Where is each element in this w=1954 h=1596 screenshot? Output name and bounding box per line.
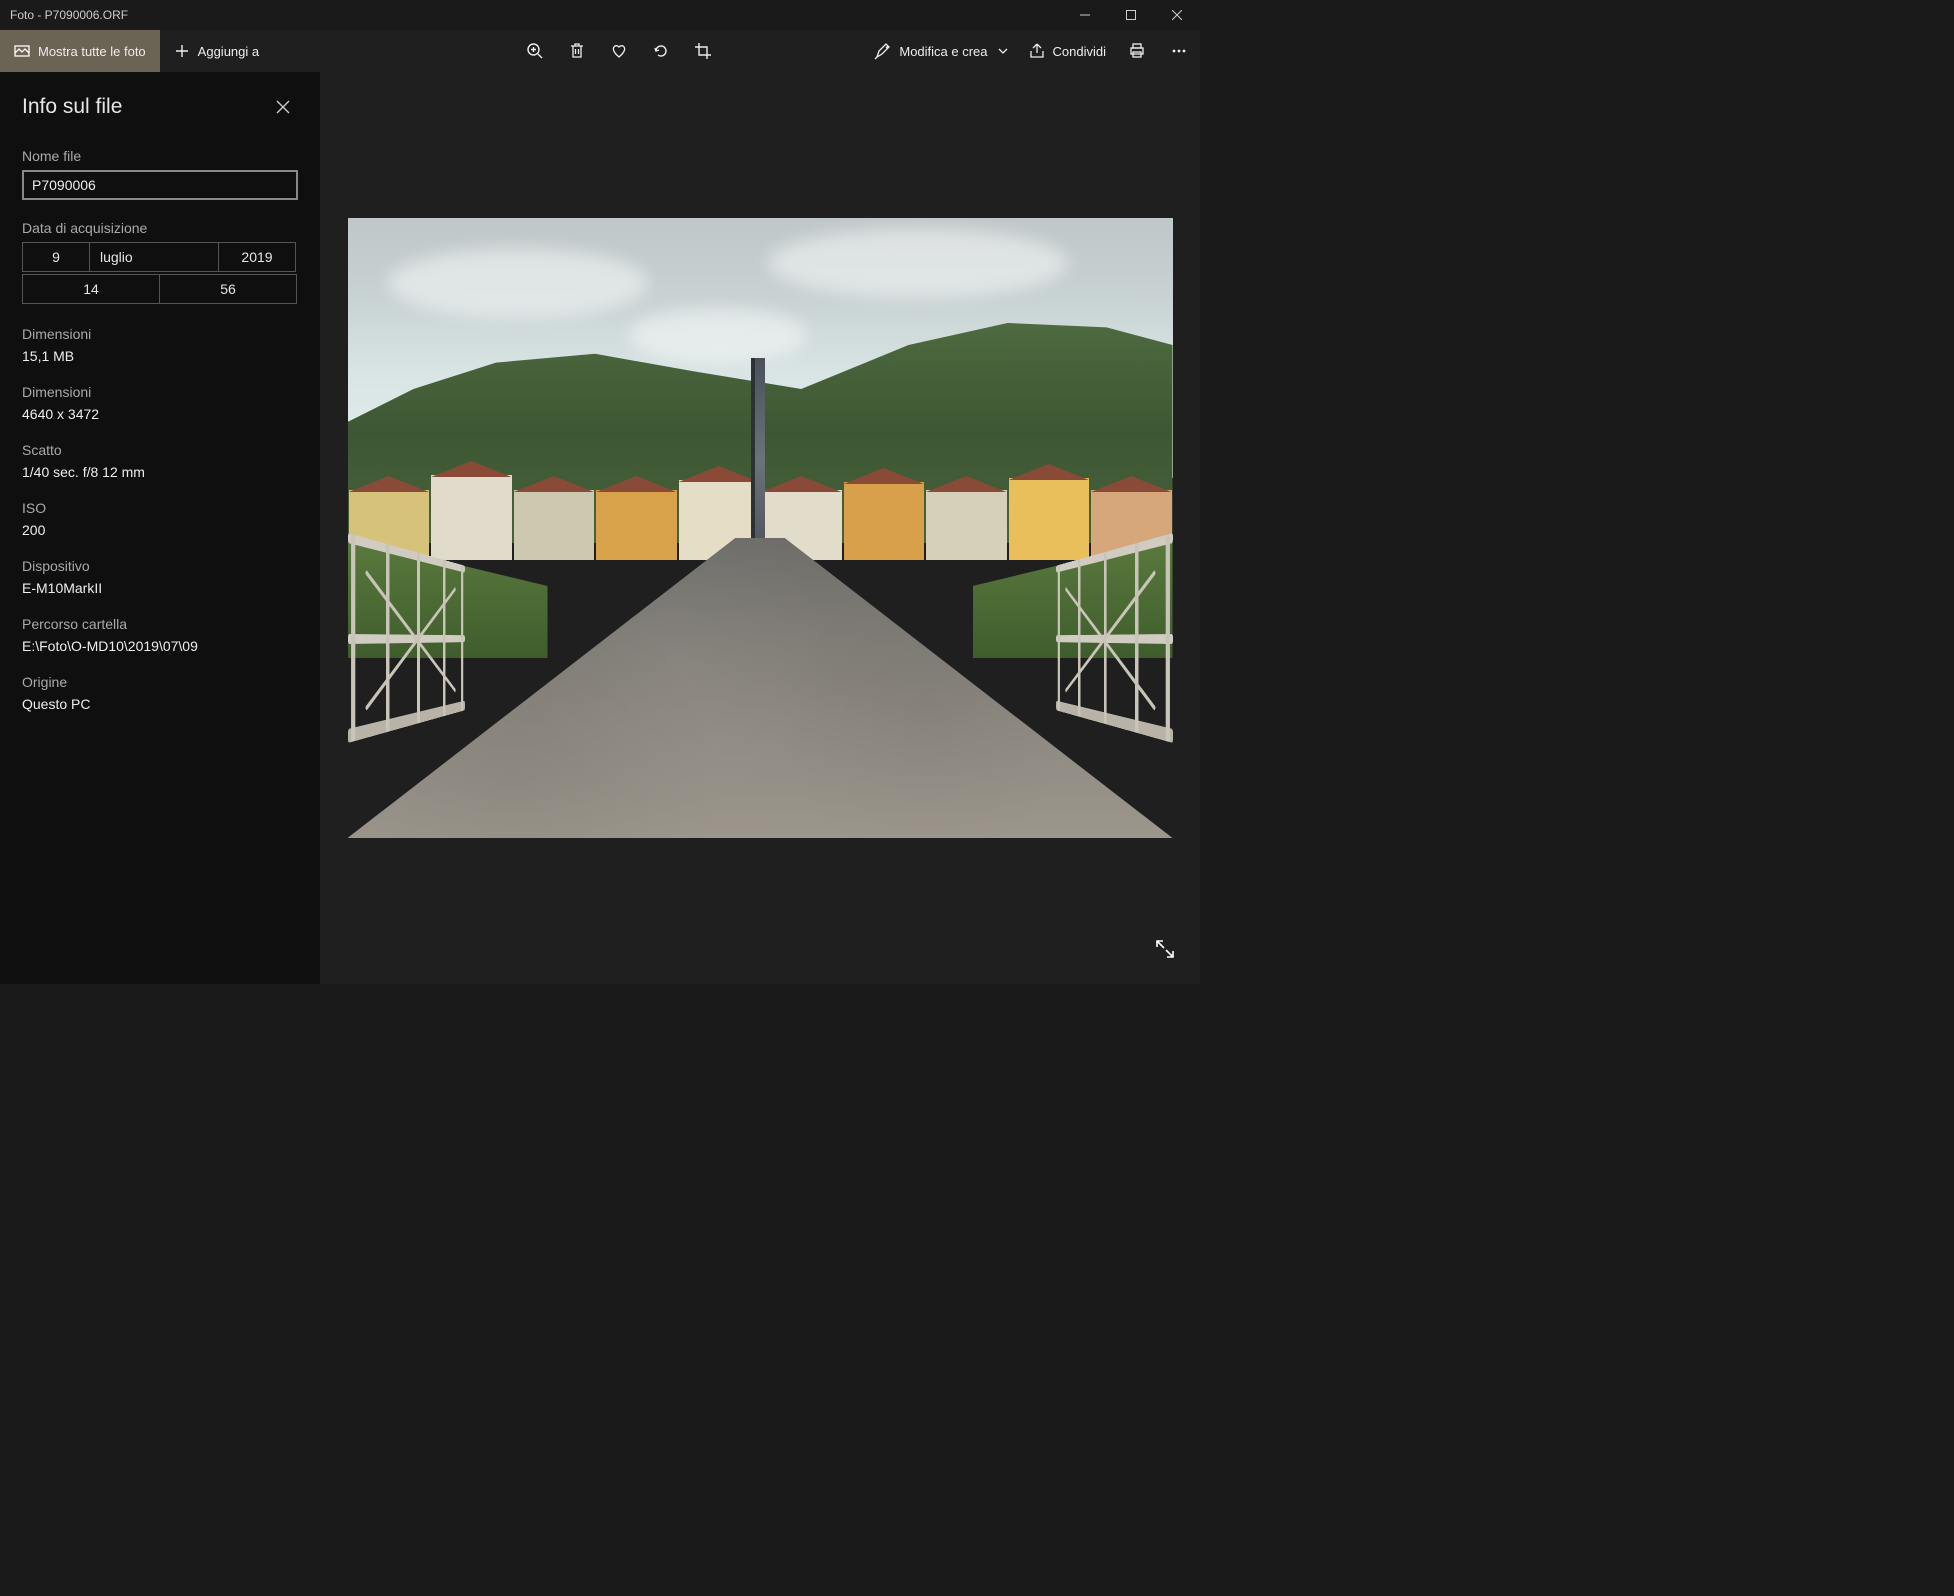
zoom-icon [526,42,544,60]
origin-value: Questo PC [22,696,298,712]
add-to-button[interactable]: Aggiungi a [160,30,273,72]
favorite-button[interactable] [598,30,640,72]
photo-viewer[interactable] [320,72,1200,984]
trash-icon [568,42,586,60]
size-value: 15,1 MB [22,348,298,364]
folder-value: E:\Foto\O-MD10\2019\07\09 [22,638,298,654]
heart-icon [610,42,628,60]
iso-value: 200 [22,522,298,538]
gallery-icon [14,43,30,59]
date-label: Data di acquisizione [22,220,298,236]
date-month-input[interactable]: luglio [89,242,219,272]
delete-button[interactable] [556,30,598,72]
crop-button[interactable] [682,30,724,72]
iso-label: ISO [22,500,298,516]
minimize-icon [1080,10,1090,20]
expand-icon [1155,939,1175,959]
size-label: Dimensioni [22,326,298,342]
origin-label: Origine [22,674,298,690]
file-info-panel: Info sul file Nome file Data di acquisiz… [0,72,320,984]
more-icon [1170,42,1188,60]
edit-icon [874,42,892,60]
maximize-icon [1126,10,1136,20]
plus-icon [174,43,190,59]
close-icon [276,100,290,114]
date-year-input[interactable]: 2019 [218,242,296,272]
date-hour-input[interactable]: 14 [22,274,160,304]
photo-image [348,218,1173,838]
chevron-down-icon [998,46,1008,56]
date-day-input[interactable]: 9 [22,242,90,272]
crop-icon [694,42,712,60]
shot-label: Scatto [22,442,298,458]
zoom-button[interactable] [514,30,556,72]
more-button[interactable] [1158,30,1200,72]
device-value: E-M10MarkII [22,580,298,596]
maximize-button[interactable] [1108,0,1154,30]
edit-create-label: Modifica e crea [899,44,987,59]
panel-title: Info sul file [22,95,122,119]
filename-label: Nome file [22,148,298,164]
show-all-label: Mostra tutte le foto [38,44,146,59]
rotate-icon [652,42,670,60]
dimensions-label: Dimensioni [22,384,298,400]
minimize-button[interactable] [1062,0,1108,30]
filename-input[interactable] [22,170,298,200]
titlebar: Foto - P7090006.ORF [0,0,1200,30]
add-to-label: Aggiungi a [198,44,259,59]
fullscreen-button[interactable] [1148,932,1182,966]
window-controls [1062,0,1200,30]
window-title: Foto - P7090006.ORF [10,8,128,22]
print-button[interactable] [1116,30,1158,72]
edit-create-button[interactable]: Modifica e crea [864,30,1017,72]
print-icon [1128,42,1146,60]
share-button[interactable]: Condividi [1018,30,1116,72]
share-label: Condividi [1053,44,1106,59]
show-all-photos-button[interactable]: Mostra tutte le foto [0,30,160,72]
date-minute-input[interactable]: 56 [159,274,297,304]
device-label: Dispositivo [22,558,298,574]
shot-value: 1/40 sec. f/8 12 mm [22,464,298,480]
share-icon [1028,42,1046,60]
dimensions-value: 4640 x 3472 [22,406,298,422]
rotate-button[interactable] [640,30,682,72]
command-bar: Mostra tutte le foto Aggiungi a Modifica… [0,30,1200,72]
close-button[interactable] [1154,0,1200,30]
folder-label: Percorso cartella [22,616,298,632]
app-window: Foto - P7090006.ORF Mostra tutte le foto… [0,0,1200,984]
close-icon [1172,10,1182,20]
panel-close-button[interactable] [268,92,298,122]
